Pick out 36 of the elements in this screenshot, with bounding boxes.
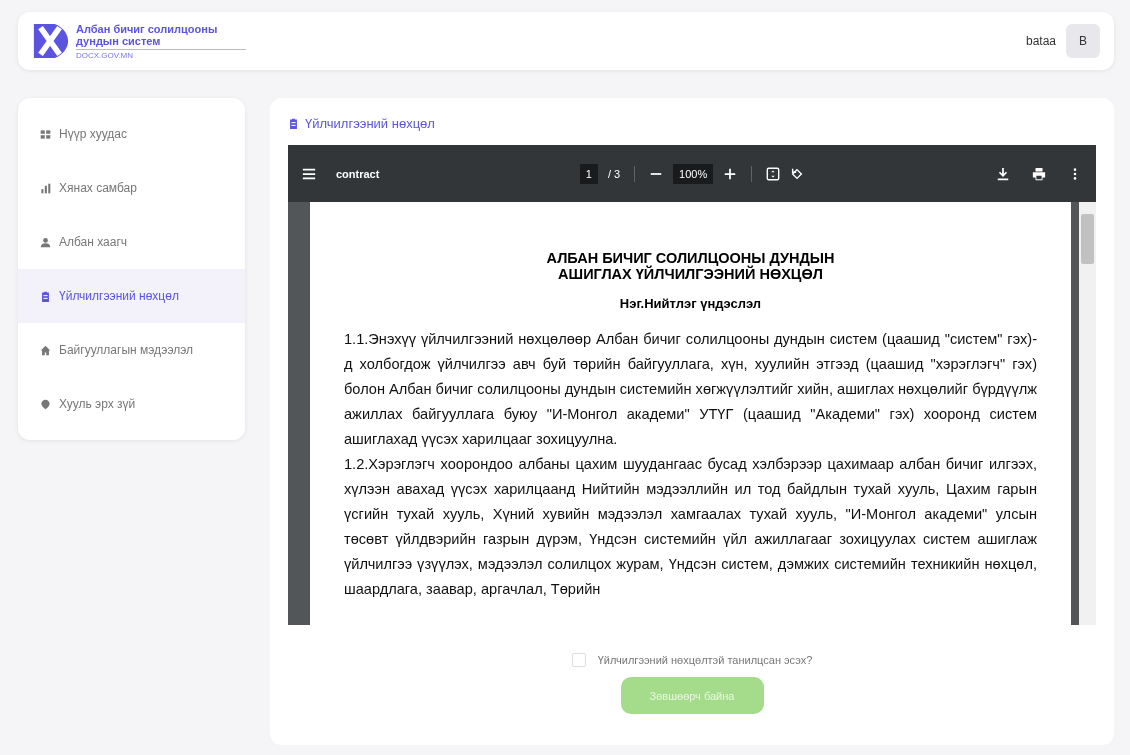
pin-icon bbox=[40, 398, 51, 410]
sidebar-item[interactable]: Хууль эрх зүй bbox=[18, 377, 245, 431]
menu-icon[interactable] bbox=[302, 166, 316, 181]
user-name: bataa bbox=[1025, 34, 1056, 48]
content-title: Үйлчилгээний нөхцөл bbox=[305, 116, 435, 131]
zoom-in-icon[interactable] bbox=[723, 166, 738, 181]
logo-subtitle: DOCX.GOV.MN bbox=[76, 50, 135, 60]
avatar-button[interactable]: B bbox=[1066, 24, 1100, 58]
person-icon bbox=[40, 236, 51, 248]
grid-icon bbox=[40, 128, 51, 140]
print-icon[interactable] bbox=[1032, 166, 1046, 181]
fit-page-icon[interactable] bbox=[766, 166, 781, 181]
clipboard-icon bbox=[288, 118, 299, 129]
sidebar-item[interactable]: Нүүр хуудас bbox=[18, 107, 245, 161]
section-heading: Нэг.Нийтлэг үндэслэл bbox=[618, 296, 763, 311]
page-total: / 3 bbox=[607, 167, 621, 180]
sidebar-item[interactable]: Байгууллагын мэдээлэл bbox=[18, 323, 245, 377]
zoom-field[interactable]: 100% bbox=[673, 163, 714, 184]
file-name: contract bbox=[336, 167, 380, 180]
sidebar-item[interactable]: Албан хаагч bbox=[18, 215, 245, 269]
document-paragraph: 1.2.Хэрэглэгч хоорондоо албаны цахим шуудангаас бусад хэлбэрээр цахимаар албан бичиг илгээх, хүлээн авахад үүсэх харилцаанд Нийтийн мэдээллийн ил тод байдлын тухай хууль, Цахим гарын үсгийн тухай хууль, Хүний хувийн мэдээлэл хамгаалах тухай хууль, "И-Монгол академи" улсын төсөвт үйлдвэрийн газрын дүрэм, Үндсэн системийн үйл ажиллагааг зохицуулах систем ашиглаж үйлчилгээ үзүүлэх, мэдээлэл солилцох журам, Үндсэн систем, дэмжих системийн техникийн нөхцөл, шаардлага, заавар, аргачлал, Төрийн bbox=[344, 455, 1037, 599]
page-number-field[interactable]: 1 bbox=[579, 163, 598, 184]
agreement-label: Үйлчилгээний нөхцөлтэй танилцсан эсэх? bbox=[597, 654, 813, 666]
sidebar-item[interactable]: Хянах самбар bbox=[18, 161, 245, 215]
bar-chart-icon bbox=[40, 182, 51, 194]
scrollbar[interactable] bbox=[1079, 202, 1096, 625]
house-icon bbox=[40, 344, 51, 356]
document-paragraph: 1.1.Энэхүү үйлчилгээний нөхцөлөөр Албан бичиг солилцооны дундын систем (цаашид "систем" гэх)- д холбогдож үйлчилгээ авч буй төрийн байгууллага, хүн, хуулийн этгээд (цаашид "хэрэглэгч" гэх) болон Албан бичиг солилцооны дундын системийн хөгжүүлэлтийг хийн, ашиглах нөхцөлийг бүрдүүлж ажиллах байгууллага буюу "И-Монгол академи" УТҮГ (цаашид "Академи" гэх) хооронд систем ашиглахад үүсэх харилцааг зохицуулна. bbox=[344, 330, 1037, 449]
logo-icon bbox=[32, 22, 70, 60]
rotate-icon[interactable] bbox=[790, 166, 805, 181]
agreement-checkbox[interactable] bbox=[571, 653, 586, 667]
clipboard-icon bbox=[40, 290, 51, 302]
logo-title: Албан бичиг солилцооны дундын систем bbox=[76, 22, 246, 50]
sidebar-item[interactable]: Үйлчилгээний нөхцөл bbox=[18, 269, 245, 323]
document-title: АЛБАН БИЧИГ СОЛИЛЦООНЫ ДУНДЫН АШИГЛАХ ҮЙЛЧИЛГЭЭНИЙ НӨХЦӨЛ bbox=[545, 250, 836, 282]
download-icon[interactable] bbox=[996, 166, 1010, 181]
